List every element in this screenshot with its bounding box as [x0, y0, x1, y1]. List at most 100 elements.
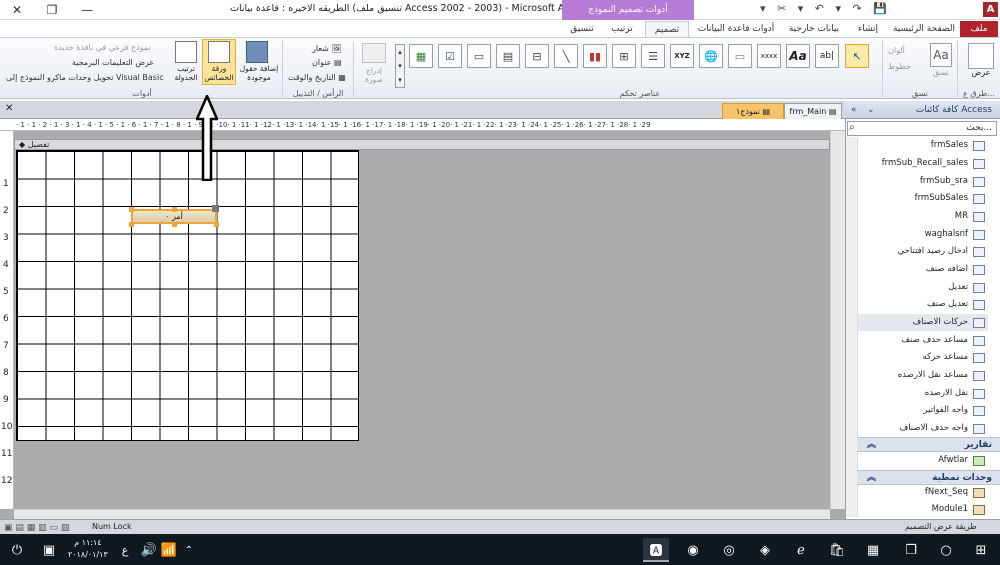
nav-module-item[interactable]: Module1	[858, 501, 988, 518]
close-icon[interactable]: ✕	[6, 2, 28, 18]
property-sheet-icon[interactable]	[208, 41, 230, 63]
app-icon[interactable]: ◈	[752, 538, 778, 562]
nav-form-item[interactable]: frmSubSales	[858, 190, 988, 207]
access-taskbar-icon[interactable]: 🅰	[643, 538, 669, 562]
resize-handle[interactable]	[172, 222, 177, 227]
themes-icon[interactable]: Aa	[930, 43, 952, 67]
power-icon[interactable]: ⏻	[4, 538, 30, 562]
nav-form-item[interactable]: واجه حذف الاصناف	[858, 420, 988, 437]
add-existing-fields-icon[interactable]	[246, 41, 268, 63]
line-control-icon[interactable]: ╲	[554, 44, 578, 68]
tab-database-tools[interactable]: أدوات قاعدة البيانات	[692, 21, 780, 37]
minimize-icon[interactable]: —	[76, 2, 98, 18]
rectangle-control-icon[interactable]: ▭	[467, 44, 491, 68]
language-indicator[interactable]: ع	[112, 538, 138, 562]
form-detail-grid[interactable]	[16, 150, 359, 441]
option-group-icon[interactable]: ⊞	[612, 44, 636, 68]
explorer-icon[interactable]: ▦	[860, 538, 886, 562]
store-icon[interactable]: 🛍	[824, 538, 850, 562]
resize-handle[interactable]	[129, 207, 134, 212]
quick-access-toolbar[interactable]: ▾ ✂ ▾ ↶ ▾ ↷ 💾	[760, 2, 891, 15]
subform-new-window-button[interactable]: نموذج فرعي في نافذة جديدة	[54, 41, 151, 55]
nav-form-item[interactable]: مساعد حركه	[858, 349, 988, 366]
restore-icon[interactable]: ❐	[41, 2, 63, 18]
chart-control-icon[interactable]: ▮▮	[583, 44, 607, 68]
nav-collapse-icon[interactable]: «	[851, 101, 857, 119]
nav-scrollbar[interactable]	[846, 137, 858, 517]
nav-form-item[interactable]: واجه الفواتير	[858, 402, 988, 419]
button-control-icon[interactable]: xxxx	[757, 44, 781, 68]
nav-search-input[interactable]: بحث...	[847, 121, 997, 136]
navigation-control-icon[interactable]: ☰	[641, 44, 665, 68]
nav-form-item[interactable]: نقل الارصده	[858, 385, 988, 402]
move-handle[interactable]	[212, 205, 219, 212]
tab-create[interactable]: إنشاء	[848, 21, 888, 37]
nav-report-item[interactable]: Afwtlar	[858, 452, 988, 469]
media-icon[interactable]: ◎	[716, 538, 742, 562]
select-pointer-icon[interactable]: ↖	[845, 44, 869, 68]
nav-form-item[interactable]: تعديل صنف	[858, 296, 988, 313]
label-control-icon[interactable]: Aa	[786, 44, 810, 68]
date-time-button[interactable]: التاريخ والوقت ▦	[288, 71, 346, 85]
doc-tab-form1[interactable]: نموذج١ ▤	[722, 103, 784, 119]
nav-form-item[interactable]: مساعد حذف صنف	[858, 332, 988, 349]
nav-form-item[interactable]: ادخال رصيد افتتاحي	[858, 243, 988, 260]
nav-form-item[interactable]: frmSales	[858, 137, 988, 154]
view-icon[interactable]	[968, 43, 994, 69]
insert-image-button[interactable]: إدراج صورة	[356, 66, 392, 84]
task-view-icon[interactable]: ❐	[898, 538, 924, 562]
vertical-scrollbar[interactable]	[830, 131, 845, 509]
tab-order-button[interactable]: ترتيب الجدولة	[168, 64, 204, 82]
chevron-up-icon[interactable]: ⌃	[176, 538, 202, 562]
page-break-icon[interactable]: ⊟	[525, 44, 549, 68]
horizontal-scrollbar[interactable]	[14, 509, 830, 519]
convert-macros-button[interactable]: تحويل وحدات ماكرو النموذج إلى Visual Bas…	[6, 71, 164, 85]
view-code-button[interactable]: عرض التعليمات البرمجية	[72, 56, 154, 70]
tab-home[interactable]: الصفحة الرئيسية	[890, 21, 958, 37]
web-browser-control-icon[interactable]: XYZ	[670, 44, 694, 68]
themes-button[interactable]: نسق	[928, 68, 954, 77]
tab-file[interactable]: ملف	[960, 21, 998, 37]
title-button[interactable]: عنوان ▤	[312, 56, 342, 70]
notification-icon[interactable]: ▣	[36, 538, 62, 562]
insert-image-icon[interactable]	[362, 43, 386, 63]
chrome-icon[interactable]: ◉	[680, 538, 706, 562]
view-switcher-icons[interactable]: ▣ ▤ ▦ ▥ ▭ ▨	[4, 521, 69, 535]
tab-external-data[interactable]: بيانات خارجية	[782, 21, 846, 37]
view-button[interactable]: عرض	[966, 68, 996, 77]
colors-button[interactable]: ألوان	[888, 44, 905, 58]
controls-more-icon[interactable]: ▴ ▾ ▾	[395, 44, 405, 88]
nav-form-item[interactable]: تعديل	[858, 279, 988, 296]
clock[interactable]: ١١:١٤ م ٢٠١٨/٠١/١٣	[68, 537, 108, 561]
nav-group-reports[interactable]: ︽ تقارير	[857, 437, 1000, 452]
windows-start-icon[interactable]: ⊞	[968, 538, 994, 562]
section-header-detail[interactable]: ◆ تفصيل	[14, 139, 830, 150]
combo-box-icon[interactable]: ▤	[496, 44, 520, 68]
tab-format[interactable]: تنسيق	[562, 21, 602, 37]
checkbox-control-icon[interactable]: ☑	[438, 44, 462, 68]
nav-form-item[interactable]: waghalsnf	[858, 226, 988, 243]
tab-arrange[interactable]: ترتيب	[602, 21, 642, 37]
nav-pane-header[interactable]: « ⌄ كافة كائنات Access	[845, 101, 1000, 119]
hyperlink-control-icon[interactable]: 🌐	[699, 44, 723, 68]
tab-control-icon[interactable]: ▭	[728, 44, 752, 68]
doc-tab-frm-main[interactable]: frm_Main ▤	[784, 103, 842, 119]
nav-form-item[interactable]: frmSub_sra	[858, 173, 988, 190]
logo-button[interactable]: شعار 🖼	[312, 42, 342, 56]
property-sheet-button[interactable]: ورقة الخصائص	[200, 64, 238, 82]
nav-form-item[interactable]: اضافه صنف	[858, 261, 988, 278]
nav-form-item[interactable]: مساعد نقل الارصده	[858, 367, 988, 384]
nav-form-item-selected[interactable]: حركات الاصناف	[858, 314, 988, 331]
fonts-button[interactable]: خطوط	[888, 60, 911, 74]
nav-form-item[interactable]: frmSub_Recall_sales	[858, 155, 988, 172]
textbox-control-icon[interactable]: ab|	[815, 44, 839, 68]
cortana-icon[interactable]: ○	[933, 538, 959, 562]
tab-design[interactable]: تصميم	[645, 21, 689, 37]
nav-group-modules[interactable]: ︽ وحدات نمطية	[857, 470, 1000, 485]
resize-handle[interactable]	[129, 222, 134, 227]
nav-module-item[interactable]: fNext_Seq	[858, 484, 988, 501]
resize-handle[interactable]	[214, 222, 219, 227]
image-control-icon[interactable]: ▦	[409, 44, 433, 68]
edge-icon[interactable]: ℯ	[788, 538, 814, 562]
tab-order-icon[interactable]	[175, 41, 197, 63]
